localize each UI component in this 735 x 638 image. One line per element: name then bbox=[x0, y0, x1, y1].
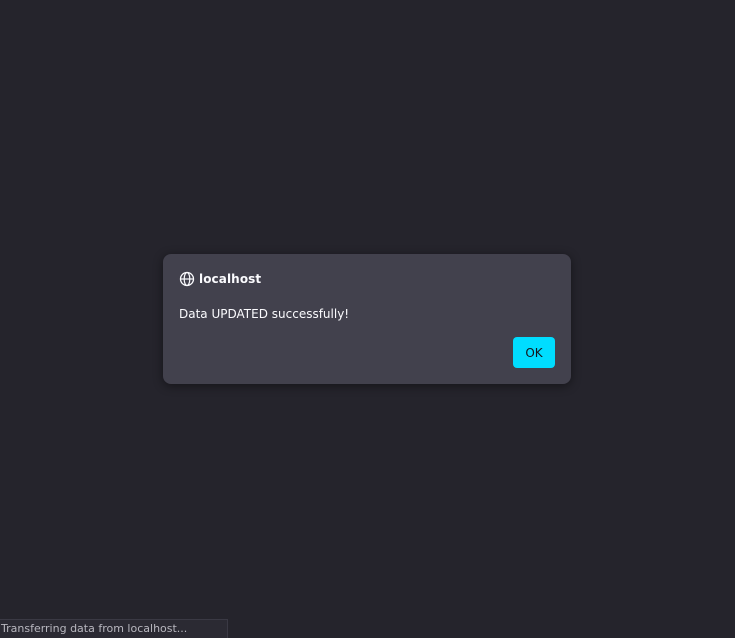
globe-icon bbox=[179, 271, 195, 287]
dialog-header: localhost bbox=[179, 270, 261, 288]
status-bar: Transferring data from localhost... bbox=[0, 619, 228, 638]
browser-content-area: localhost Data UPDATED successfully! OK … bbox=[0, 0, 735, 638]
dialog-message: Data UPDATED successfully! bbox=[179, 307, 350, 321]
dialog-host-title: localhost bbox=[199, 272, 262, 286]
ok-button[interactable]: OK bbox=[513, 337, 555, 368]
alert-dialog: localhost Data UPDATED successfully! OK bbox=[163, 254, 571, 384]
